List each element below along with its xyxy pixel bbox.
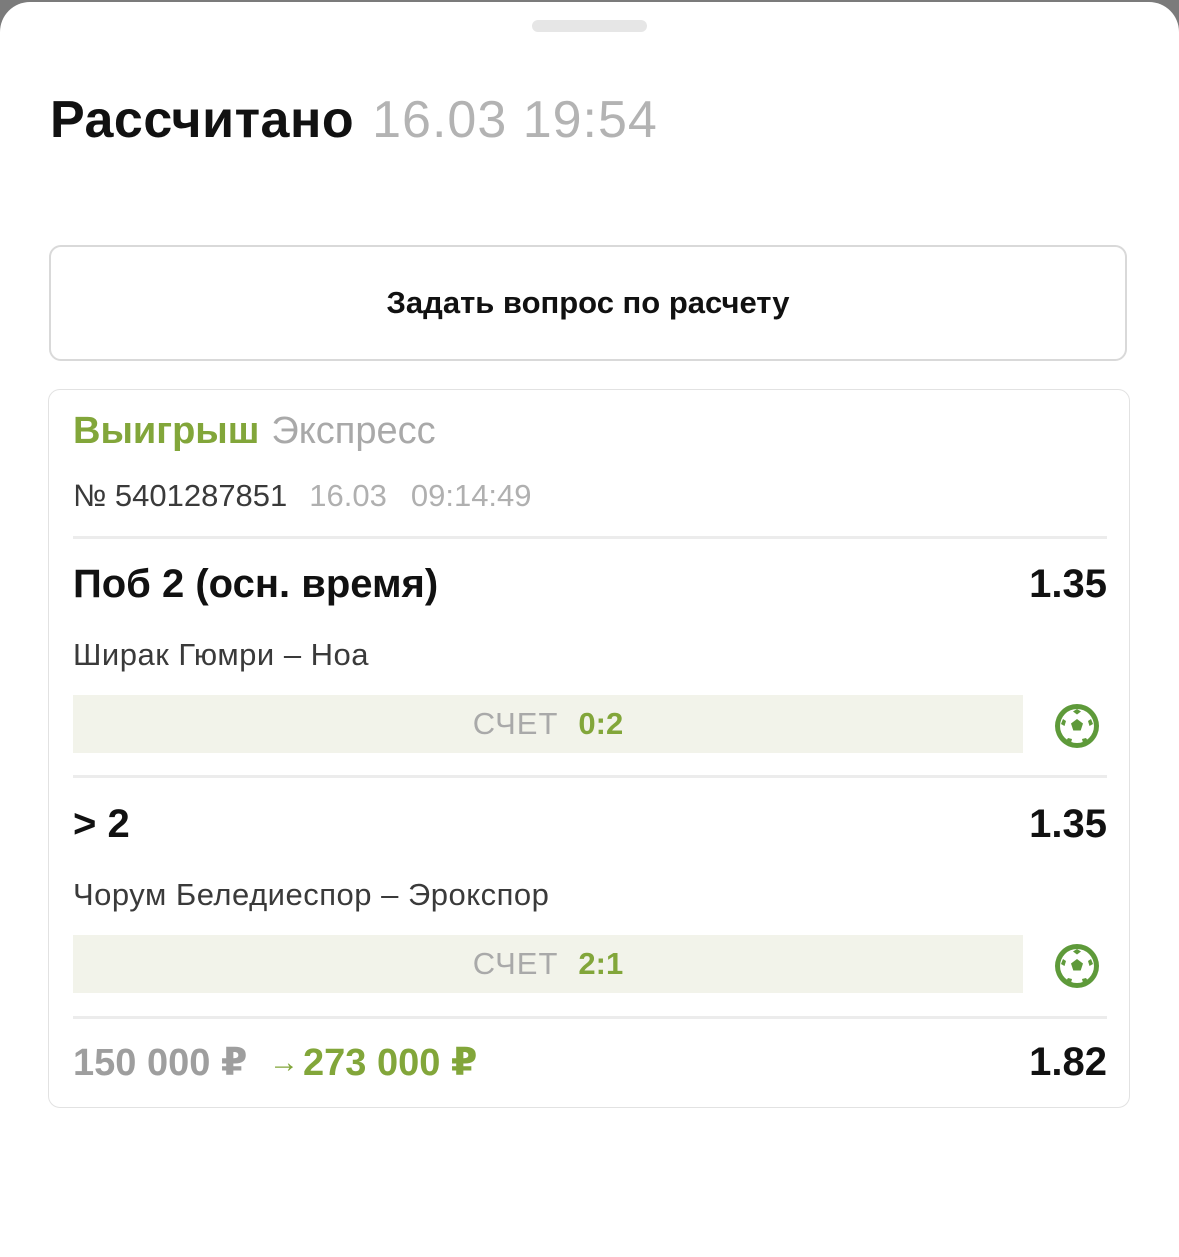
page-header: Рассчитано 16.03 19:54 xyxy=(50,90,658,160)
bet-event-item: Поб 2 (осн. время) 1.35 Ширак Гюмри – Но… xyxy=(73,562,1107,792)
event-odds: 1.35 xyxy=(1029,562,1107,606)
event-score-bar: СЧЕТ 0:2 xyxy=(73,695,1023,753)
score-value: 0:2 xyxy=(578,706,624,741)
bet-type: Экспресс xyxy=(271,410,436,452)
sheet-grabber[interactable] xyxy=(532,20,647,32)
bet-card: Выигрыш Экспресс № 5401287851 16.03 09:14:4… xyxy=(48,389,1130,1108)
event-odds: 1.35 xyxy=(1029,802,1107,846)
divider xyxy=(73,536,1107,539)
event-teams: Ширак Гюмри – Ноа xyxy=(73,637,370,672)
stake-amount: 150 000 ₽ xyxy=(73,1042,248,1084)
event-teams: Чорум Беледиеспор – Эрокспор xyxy=(73,877,550,912)
soccer-ball-icon xyxy=(1055,944,1099,988)
settlement-datetime: 16.03 19:54 xyxy=(372,91,658,149)
bet-event-item: > 2 1.35 Чорум Беледиеспор – Эрокспор СЧ… xyxy=(73,802,1107,1032)
event-market: Поб 2 (осн. время) xyxy=(73,562,439,606)
bet-meta: № 5401287851 16.03 09:14:49 xyxy=(73,478,532,514)
bet-status-title: Рассчитано xyxy=(50,91,355,149)
bet-card-header: Выигрыш Экспресс xyxy=(73,410,436,453)
bet-result: Выигрыш xyxy=(73,410,260,452)
total-odds: 1.82 xyxy=(1029,1040,1107,1084)
divider xyxy=(73,775,1107,778)
score-value: 2:1 xyxy=(578,946,624,981)
ask-settlement-question-button[interactable]: Задать вопрос по расчету xyxy=(49,245,1127,361)
arrow-right-icon: → xyxy=(269,1046,299,1079)
bet-totals: 150 000 ₽ → 273 000 ₽ 1.82 xyxy=(73,1040,1107,1090)
score-label: СЧЕТ xyxy=(472,946,559,981)
event-score-bar: СЧЕТ 2:1 xyxy=(73,935,1023,993)
score-label: СЧЕТ xyxy=(472,706,559,741)
payout-amount: 273 000 ₽ xyxy=(303,1042,478,1084)
bet-date: 16.03 xyxy=(309,478,387,513)
bet-number: № 5401287851 xyxy=(73,478,288,513)
soccer-ball-icon xyxy=(1055,704,1099,748)
divider xyxy=(73,1016,1107,1019)
bet-details-sheet: Рассчитано 16.03 19:54 Задать вопрос по … xyxy=(0,2,1179,1257)
event-market: > 2 xyxy=(73,802,130,846)
bet-time: 09:14:49 xyxy=(410,478,532,513)
